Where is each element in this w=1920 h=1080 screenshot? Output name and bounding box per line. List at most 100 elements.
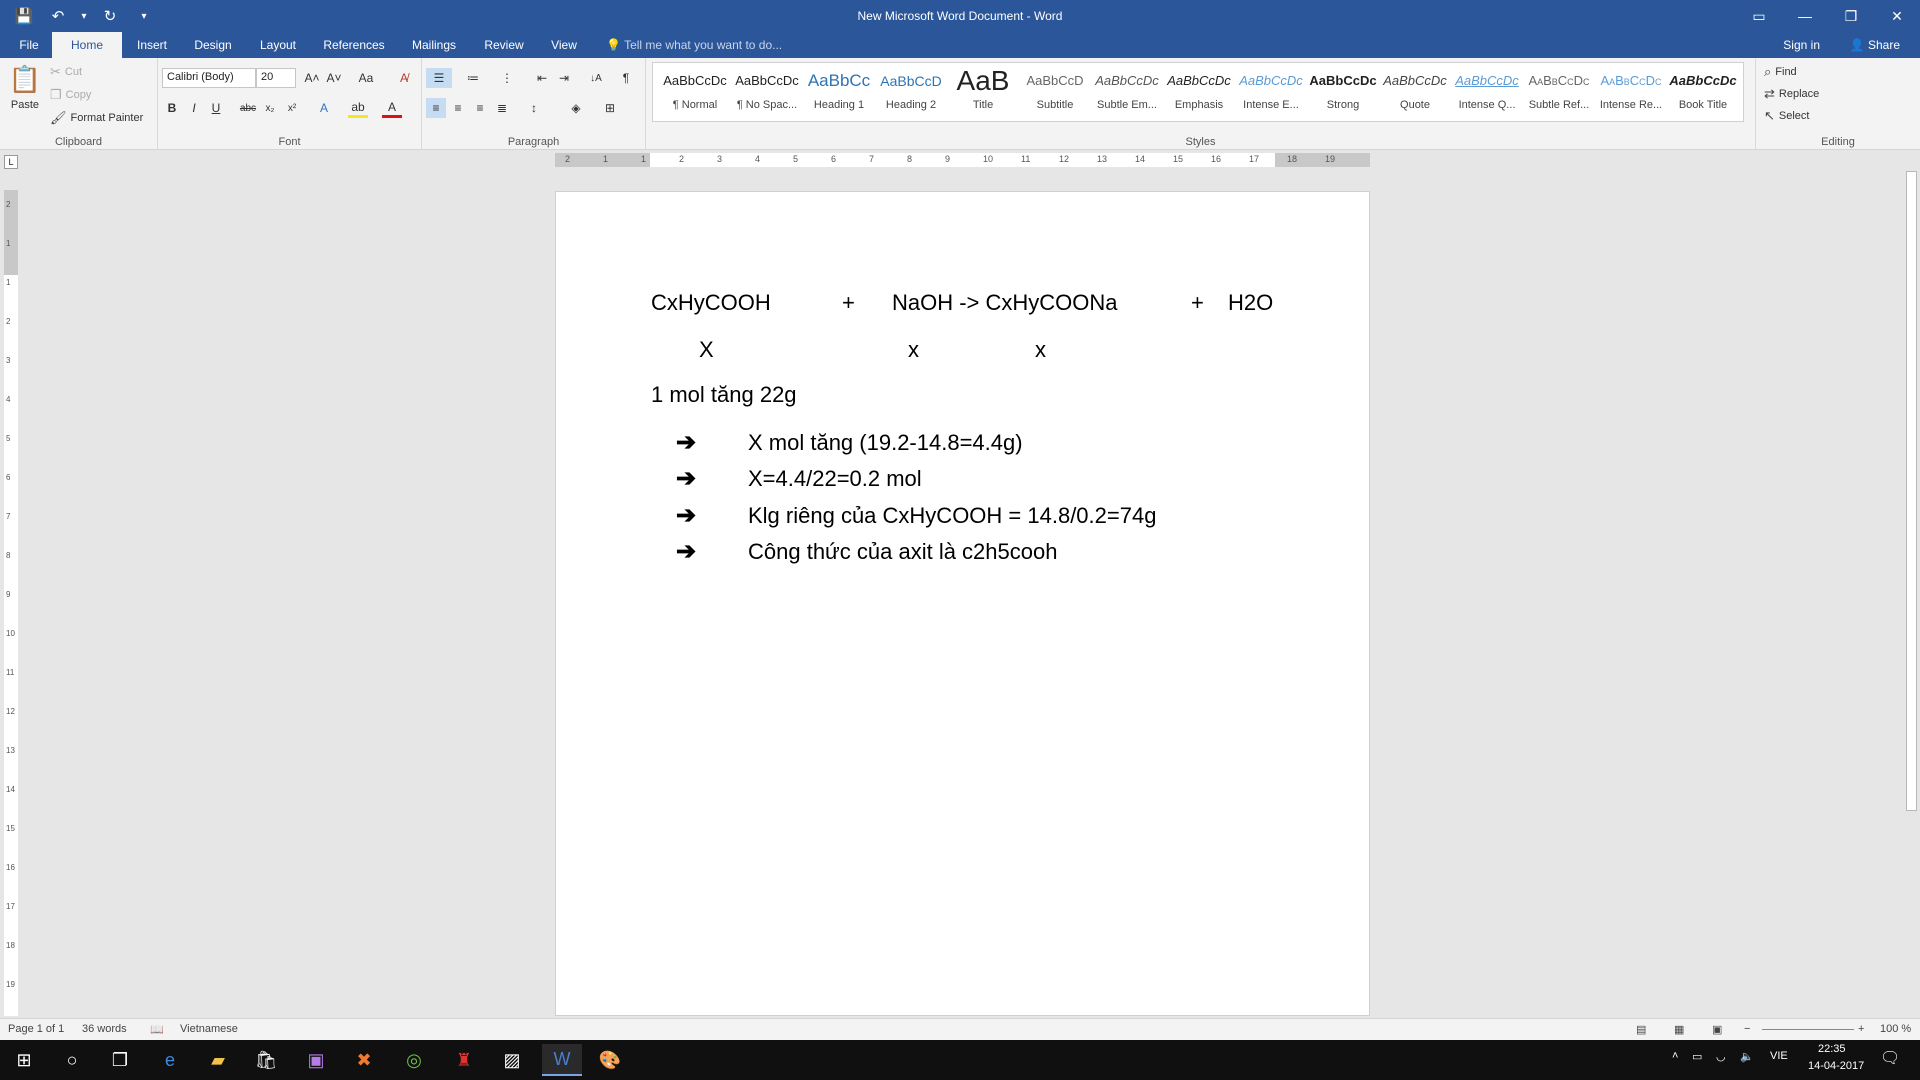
windows-start-icon[interactable]: ⊞ [4,1044,44,1076]
paste-button[interactable]: 📋 Paste [8,64,42,130]
zoom-level[interactable]: 100 % [1880,1023,1911,1035]
minimize-button[interactable]: — [1782,0,1828,32]
web-layout-icon[interactable]: ▣ [1712,1023,1722,1036]
tab-references[interactable]: References [318,32,390,58]
action-center-icon[interactable]: 🗨 [1880,1048,1900,1068]
style-item[interactable]: AaB Title [947,63,1019,121]
justify-button[interactable]: ≣ [492,98,512,118]
app-green-icon[interactable]: ◎ [394,1044,434,1076]
borders-button[interactable]: ⊞ [600,98,620,118]
align-right-button[interactable]: ≡ [470,98,490,118]
tab-layout[interactable]: Layout [252,32,304,58]
vertical-scrollbar[interactable] [1903,153,1920,1018]
style-item[interactable]: AaBbCcDc Emphasis [1163,63,1235,121]
style-item[interactable]: AaBbCcDc Quote [1379,63,1451,121]
copy-button[interactable]: ❐ Copy [50,87,91,103]
tab-insert[interactable]: Insert [130,32,174,58]
increase-indent-button[interactable]: ⇥ [554,68,574,88]
find-button[interactable]: ⌕ Find [1764,64,1797,80]
proofing-icon[interactable]: 📖 [150,1023,164,1036]
grow-font-button[interactable]: A˄ [302,68,322,88]
photos-icon[interactable]: ▨ [492,1044,532,1076]
clock-time[interactable]: 22:35 [1818,1043,1846,1055]
tab-design[interactable]: Design [188,32,238,58]
bullets-button[interactable]: ☰ [426,68,452,88]
phpstorm-icon[interactable]: ▣ [296,1044,336,1076]
strikethrough-button[interactable]: abc [238,98,258,118]
tell-me-box[interactable]: 💡 Tell me what you want to do... [606,38,782,52]
store-icon[interactable]: 🛍 [246,1044,286,1076]
volume-icon[interactable]: 🔈 [1740,1050,1754,1063]
tab-home[interactable]: Home [52,32,122,58]
font-color-button[interactable]: A [382,98,402,118]
tab-mailings[interactable]: Mailings [402,32,466,58]
shrink-font-button[interactable]: A˅ [324,68,344,88]
numbering-button[interactable]: ≔ [460,68,486,88]
cortana-icon[interactable]: ○ [52,1044,92,1076]
document-page[interactable]: CxHyCOOH + NaOH -> CxHyCOONa + H2O X x x… [555,191,1370,1016]
shading-button[interactable]: ◈ [566,98,586,118]
show-marks-button[interactable]: ¶ [616,68,636,88]
scroll-thumb[interactable] [1906,171,1917,811]
style-item[interactable]: AaBbCcDc Intense E... [1235,63,1307,121]
select-button[interactable]: ↖ Select [1764,108,1809,124]
paint-icon[interactable]: 🎨 [590,1044,630,1076]
ribbon-display-options-icon[interactable]: ▭ [1736,0,1782,32]
clear-formatting-button[interactable]: A̸ [394,68,414,88]
underline-button[interactable]: U [206,98,226,118]
vertical-ruler[interactable]: 2 1 1 2 3 4 5 6 7 8 9 10 11 12 13 14 15 16 17 18 19 [4,190,18,1016]
sort-button[interactable]: ↓A [586,68,606,88]
clock-date[interactable]: 14-04-2017 [1808,1060,1864,1072]
page-count[interactable]: Page 1 of 1 [8,1023,64,1035]
xampp-icon[interactable]: ✖ [344,1044,384,1076]
replace-button[interactable]: ⇄ Replace [1764,86,1819,102]
font-name-combo[interactable]: Calibri (Body) [162,68,256,88]
style-item[interactable]: AaBbCcD Subtitle [1019,63,1091,121]
align-center-button[interactable]: ≡ [448,98,468,118]
share-button[interactable]: 👤 Share [1850,38,1900,52]
change-case-button[interactable]: Aa [352,68,380,88]
restore-button[interactable]: ❐ [1828,0,1874,32]
decrease-indent-button[interactable]: ⇤ [532,68,552,88]
multilevel-list-button[interactable]: ⋮ [494,68,520,88]
zoom-out-button[interactable]: − [1744,1023,1750,1035]
style-item[interactable]: AaBbCcDc Strong [1307,63,1379,121]
cut-button[interactable]: ✂ Cut [50,64,82,80]
sign-in-link[interactable]: Sign in [1783,38,1820,52]
text-effects-button[interactable]: A [314,98,334,118]
word-icon[interactable]: W [542,1044,582,1076]
app-red-icon[interactable]: ♜ [444,1044,484,1076]
highlight-button[interactable]: ab [348,98,368,118]
superscript-button[interactable]: x² [282,98,302,118]
network-icon[interactable]: ▭ [1692,1050,1702,1063]
style-item[interactable]: AaBbCcDc Subtle Ref... [1523,63,1595,121]
input-language[interactable]: VIE [1770,1050,1788,1062]
bold-button[interactable]: B [162,98,182,118]
style-item[interactable]: AaBbCc Heading 1 [803,63,875,121]
style-item[interactable]: AaBbCcDc Subtle Em... [1091,63,1163,121]
align-left-button[interactable]: ≡ [426,98,446,118]
style-item[interactable]: AaBbCcD Heading 2 [875,63,947,121]
wifi-icon[interactable]: ◡ [1716,1050,1726,1063]
style-item[interactable]: AaBbCcDc ¶ No Spac... [731,63,803,121]
close-button[interactable]: ✕ [1874,0,1920,32]
zoom-slider[interactable] [1762,1029,1854,1030]
show-hidden-icons[interactable]: ˄ [1672,1050,1678,1062]
task-view-icon[interactable]: ❐ [100,1044,140,1076]
style-item[interactable]: AaBbCcDc ¶ Normal [659,63,731,121]
format-painter-button[interactable]: 🖌 Format Painter [50,110,143,126]
tab-view[interactable]: View [540,32,588,58]
subscript-button[interactable]: x₂ [260,98,280,118]
tab-file[interactable]: File [12,32,46,58]
word-count[interactable]: 36 words [82,1023,127,1035]
read-mode-icon[interactable]: ▤ [1636,1023,1646,1036]
horizontal-ruler[interactable]: 2 1 1 2 3 4 5 6 7 8 9 10 11 12 13 14 15 16 17 18 19 [555,153,1370,167]
file-explorer-icon[interactable]: ▰ [198,1044,238,1076]
style-item[interactable]: AaBbCcDc Intense Q... [1451,63,1523,121]
style-item[interactable]: AaBbCcDc Intense Re... [1595,63,1667,121]
tab-review[interactable]: Review [478,32,530,58]
font-size-combo[interactable]: 20 [256,68,296,88]
italic-button[interactable]: I [184,98,204,118]
style-item[interactable]: AaBbCcDc Book Title [1667,63,1739,121]
zoom-in-button[interactable]: + [1858,1023,1864,1035]
